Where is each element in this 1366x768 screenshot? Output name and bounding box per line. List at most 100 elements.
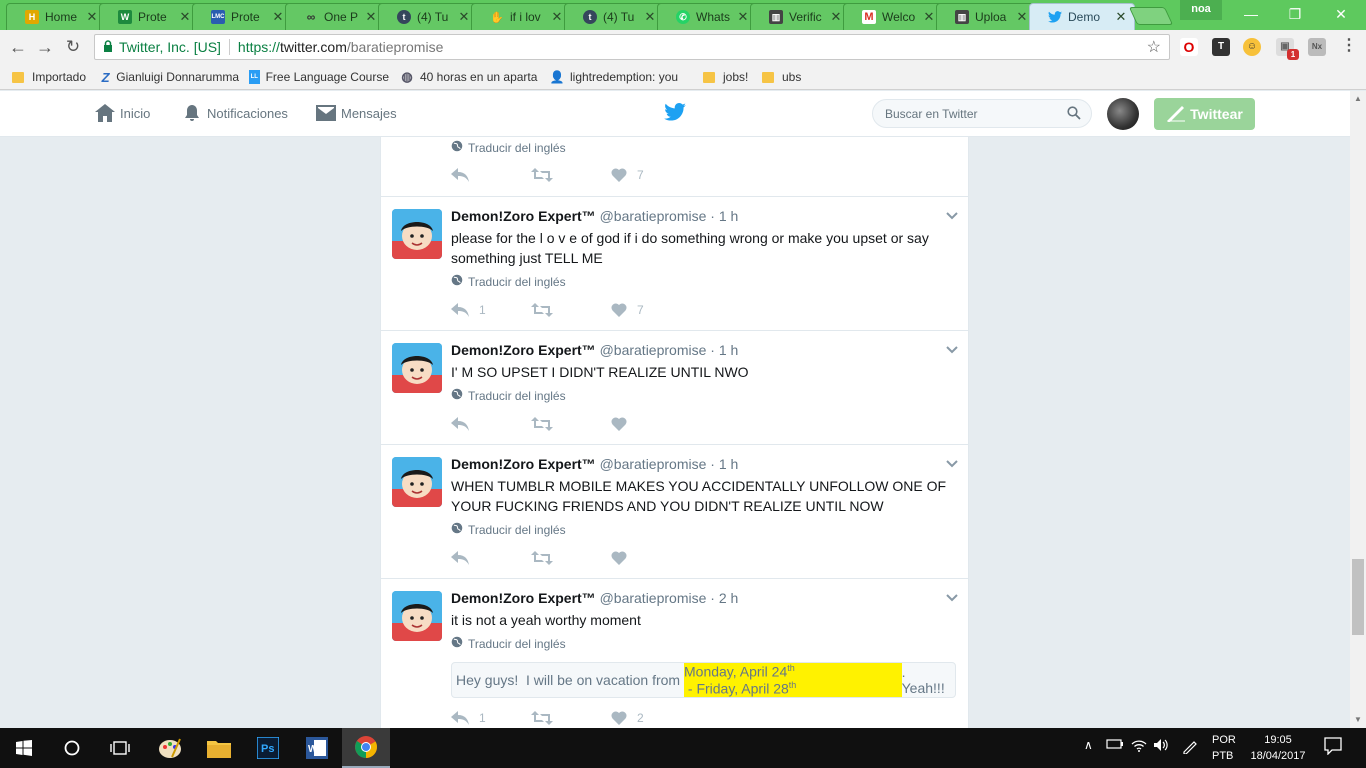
scrollbar-thumb[interactable] <box>1352 559 1364 635</box>
search-icon[interactable] <box>1067 106 1081 123</box>
retweet-icon[interactable] <box>531 417 563 431</box>
like-button[interactable]: 7 <box>611 168 644 182</box>
search-input[interactable]: Buscar en Twitter <box>872 99 1092 128</box>
tweet-author-name[interactable]: Demon!Zoro Expert™ <box>451 456 596 472</box>
browser-tab[interactable]: LMC Prote ✕ <box>192 3 292 30</box>
tab-close-icon[interactable]: ✕ <box>178 9 192 25</box>
action-center-icon[interactable] <box>1324 737 1342 758</box>
retweet-icon[interactable] <box>531 551 563 565</box>
tweet-author-name[interactable]: Demon!Zoro Expert™ <box>451 342 596 358</box>
quoted-tweet[interactable]: Hey guys! I will be on vacation from Mon… <box>451 662 956 698</box>
tweet-timestamp[interactable]: 2 h <box>719 590 738 606</box>
cortana-search-icon[interactable] <box>48 728 96 768</box>
address-bar[interactable]: Twitter, Inc. [US] https:// twitter.com … <box>94 34 1170 60</box>
pen-icon[interactable] <box>1182 738 1198 757</box>
browser-tab[interactable]: ▥ Uploa ✕ <box>936 3 1036 30</box>
twitter-logo-icon[interactable] <box>664 103 686 124</box>
tweet-item[interactable]: Demon!Zoro Expert™ @baratiepromise · 2 h… <box>381 579 968 728</box>
tab-close-icon[interactable]: ✕ <box>550 9 564 25</box>
browser-tab[interactable]: ✋ if i lov ✕ <box>471 3 571 30</box>
browser-tab[interactable]: ▥ Verific ✕ <box>750 3 850 30</box>
tab-close-icon[interactable]: ✕ <box>736 9 750 25</box>
maximize-icon[interactable]: ❐ <box>1272 0 1318 28</box>
nx-extension-icon[interactable]: Nx <box>1308 38 1326 56</box>
browser-tab[interactable]: M Welco ✕ <box>843 3 943 30</box>
like-button[interactable]: 7 <box>611 303 644 317</box>
close-window-icon[interactable]: ✕ <box>1318 0 1364 28</box>
scroll-down-icon[interactable]: ▼ <box>1352 714 1364 726</box>
tab-close-icon[interactable]: ✕ <box>271 9 285 25</box>
tweet-button[interactable]: Twittear <box>1154 98 1255 130</box>
heart-icon[interactable] <box>611 417 637 431</box>
volume-icon[interactable] <box>1153 738 1169 755</box>
chrome-icon[interactable] <box>342 728 390 768</box>
browser-tab[interactable]: ✆ Whats ✕ <box>657 3 757 30</box>
tweet-author-name[interactable]: Demon!Zoro Expert™ <box>451 590 596 606</box>
bookmark-item[interactable]: jobs! <box>703 68 753 86</box>
forward-arrow-icon[interactable]: → <box>34 36 56 58</box>
browser-tab[interactable]: t (4) Tu ✕ <box>564 3 664 30</box>
tweet-item[interactable]: Traducir del inglés 7 <box>381 137 968 197</box>
tweet-item[interactable]: Demon!Zoro Expert™ @baratiepromise · 1 h… <box>381 331 968 445</box>
show-hidden-icons-icon[interactable]: ∧ <box>1084 738 1093 752</box>
scroll-up-icon[interactable]: ▲ <box>1352 93 1364 105</box>
translate-link[interactable]: Traducir del inglés <box>451 522 566 537</box>
tab-close-icon[interactable]: ✕ <box>829 9 843 25</box>
tab-close-icon[interactable]: ✕ <box>1015 9 1029 25</box>
retweet-icon[interactable] <box>531 303 563 317</box>
translate-link[interactable]: Traducir del inglés <box>451 140 566 155</box>
tweet-author-handle[interactable]: @baratiepromise <box>600 208 707 224</box>
tweet-item[interactable]: Demon!Zoro Expert™ @baratiepromise · 1 h… <box>381 445 968 579</box>
tweet-author-handle[interactable]: @baratiepromise <box>600 456 707 472</box>
profile-avatar[interactable] <box>1107 98 1139 130</box>
tweet-avatar[interactable] <box>392 591 442 641</box>
tab-close-icon[interactable]: ✕ <box>457 9 471 25</box>
tweet-author-handle[interactable]: @baratiepromise <box>600 590 707 606</box>
browser-tab-active[interactable]: Demo ✕ <box>1029 3 1135 30</box>
browser-tab[interactable]: t (4) Tu ✕ <box>378 3 478 30</box>
security-label[interactable]: Twitter, Inc. [US] <box>119 39 221 55</box>
heart-icon[interactable] <box>611 551 637 565</box>
back-arrow-icon[interactable]: ← <box>7 36 29 58</box>
nav-messages[interactable]: Mensajes <box>315 104 397 122</box>
bookmark-item[interactable]: LL Free Language Course <box>249 68 389 86</box>
bookmark-star-icon[interactable]: ☆ <box>1147 37 1161 57</box>
reply-button[interactable]: 1 <box>451 303 486 317</box>
browser-tab[interactable]: H Home ✕ <box>6 3 106 30</box>
task-view-icon[interactable] <box>96 728 144 768</box>
tweet-avatar[interactable] <box>392 457 442 507</box>
translate-link[interactable]: Traducir del inglés <box>451 636 566 651</box>
chevron-down-icon[interactable] <box>946 209 958 223</box>
chevron-down-icon[interactable] <box>946 591 958 605</box>
browser-tab[interactable]: W Prote ✕ <box>99 3 199 30</box>
photoshop-icon[interactable]: Ps <box>244 728 292 768</box>
file-explorer-icon[interactable] <box>195 728 243 768</box>
emoji-extension-icon[interactable]: ☺ <box>1243 38 1261 56</box>
translate-link[interactable]: Traducir del inglés <box>451 274 566 289</box>
chevron-down-icon[interactable] <box>946 343 958 357</box>
bookmark-item[interactable]: 👤 lightredemption: you <box>550 68 688 86</box>
battery-icon[interactable] <box>1106 738 1124 753</box>
reply-icon[interactable] <box>451 417 479 431</box>
tweet-timestamp[interactable]: 1 h <box>719 208 738 224</box>
windows-start-icon[interactable] <box>0 728 48 768</box>
tab-close-icon[interactable]: ✕ <box>1114 9 1128 25</box>
system-clock[interactable]: 19:05 18/04/2017 <box>1250 732 1306 764</box>
paint-app-icon[interactable] <box>146 728 194 768</box>
tab-close-icon[interactable]: ✕ <box>922 9 936 25</box>
bookmark-item[interactable]: ubs <box>762 68 807 86</box>
reload-icon[interactable]: ↻ <box>62 36 84 58</box>
bookmark-item[interactable]: ◍ 40 horas en un aparta <box>400 68 538 86</box>
minimize-icon[interactable]: — <box>1228 0 1274 28</box>
language-indicator[interactable]: POR PTB <box>1212 732 1236 764</box>
tweet-author-handle[interactable]: @baratiepromise <box>600 342 707 358</box>
tab-close-icon[interactable]: ✕ <box>643 9 657 25</box>
new-tab-button[interactable] <box>1128 7 1174 25</box>
bookmark-item[interactable]: Z Gianluigi Donnarumma <box>101 68 239 86</box>
tweet-avatar[interactable] <box>392 343 442 393</box>
retweet-icon[interactable] <box>531 168 563 182</box>
tweet-timestamp[interactable]: 1 h <box>719 342 738 358</box>
browser-tab[interactable]: ∞ One P ✕ <box>285 3 385 30</box>
chevron-down-icon[interactable] <box>946 457 958 471</box>
bookmark-item[interactable]: Importado <box>12 68 92 86</box>
